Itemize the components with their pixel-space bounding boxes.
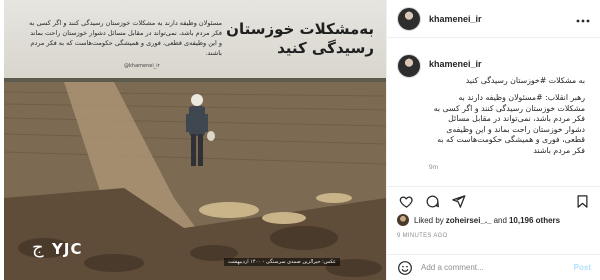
yjc-watermark: YJC [52, 240, 82, 258]
posted-time[interactable]: 9 MINUTES AGO [397, 233, 448, 239]
image-photo-credit: عکس: حیرالزین صمدی سرستگی - ۱۴۰۰ اردیبهش… [224, 258, 340, 266]
post-side-panel: khamenei_ir khamenei_ir به مشکلات #خوزست… [386, 0, 600, 280]
add-comment-bar: Post [387, 254, 600, 280]
image-handle-tag: @khamenei_ir [124, 63, 160, 69]
likes-count[interactable]: 10,196 others [509, 216, 560, 225]
caption-comment: khamenei_ir به مشکلات #خوزستان رسیدگی کن… [387, 38, 600, 171]
comment-icon[interactable] [423, 193, 441, 211]
comment-input[interactable] [421, 263, 574, 272]
image-headline: به‌مشکلات خوزستان رسیدگی کنید [226, 20, 374, 57]
likes-prefix: Liked by [414, 215, 444, 225]
more-horizontal-icon[interactable] [576, 12, 590, 26]
likes-summary: Liked by zoheirsei_._ and 10,196 others [397, 214, 560, 226]
likes-middle: and [493, 215, 507, 225]
post-actions [387, 186, 600, 216]
header-username[interactable]: khamenei_ir [429, 14, 482, 24]
emoji-icon[interactable] [397, 260, 413, 276]
liker-avatar[interactable] [397, 214, 409, 226]
post-comment-button[interactable]: Post [574, 263, 591, 272]
yjc-logo-icon: ج [32, 237, 44, 258]
caption-body: khamenei_ir به مشکلات #خوزستان رسیدگی کن… [429, 54, 590, 171]
caption-username[interactable]: khamenei_ir [429, 59, 482, 69]
caption-title-line: به مشکلات #خوزستان رسیدگی کنید [465, 76, 585, 85]
likes-user[interactable]: zoheirsei_._ [446, 216, 492, 225]
caption-text: رهبر انقلاب: #مسئولان وظیفه دارند به مشک… [433, 93, 585, 155]
yjc-watermark-text: YJC [52, 240, 83, 258]
caption-avatar[interactable] [397, 54, 421, 78]
bookmark-icon[interactable] [573, 193, 591, 211]
image-subtext: مسئولان وظیفه دارند به مشکلات خوزستان رس… [29, 19, 222, 57]
post-image[interactable]: به‌مشکلات خوزستان رسیدگی کنید مسئولان وظ… [4, 0, 386, 280]
caption-time-ago: 9m [429, 164, 439, 171]
share-icon[interactable] [449, 193, 467, 211]
heart-icon[interactable] [397, 193, 415, 211]
profile-avatar[interactable] [397, 6, 421, 31]
post-header: khamenei_ir [387, 0, 600, 38]
